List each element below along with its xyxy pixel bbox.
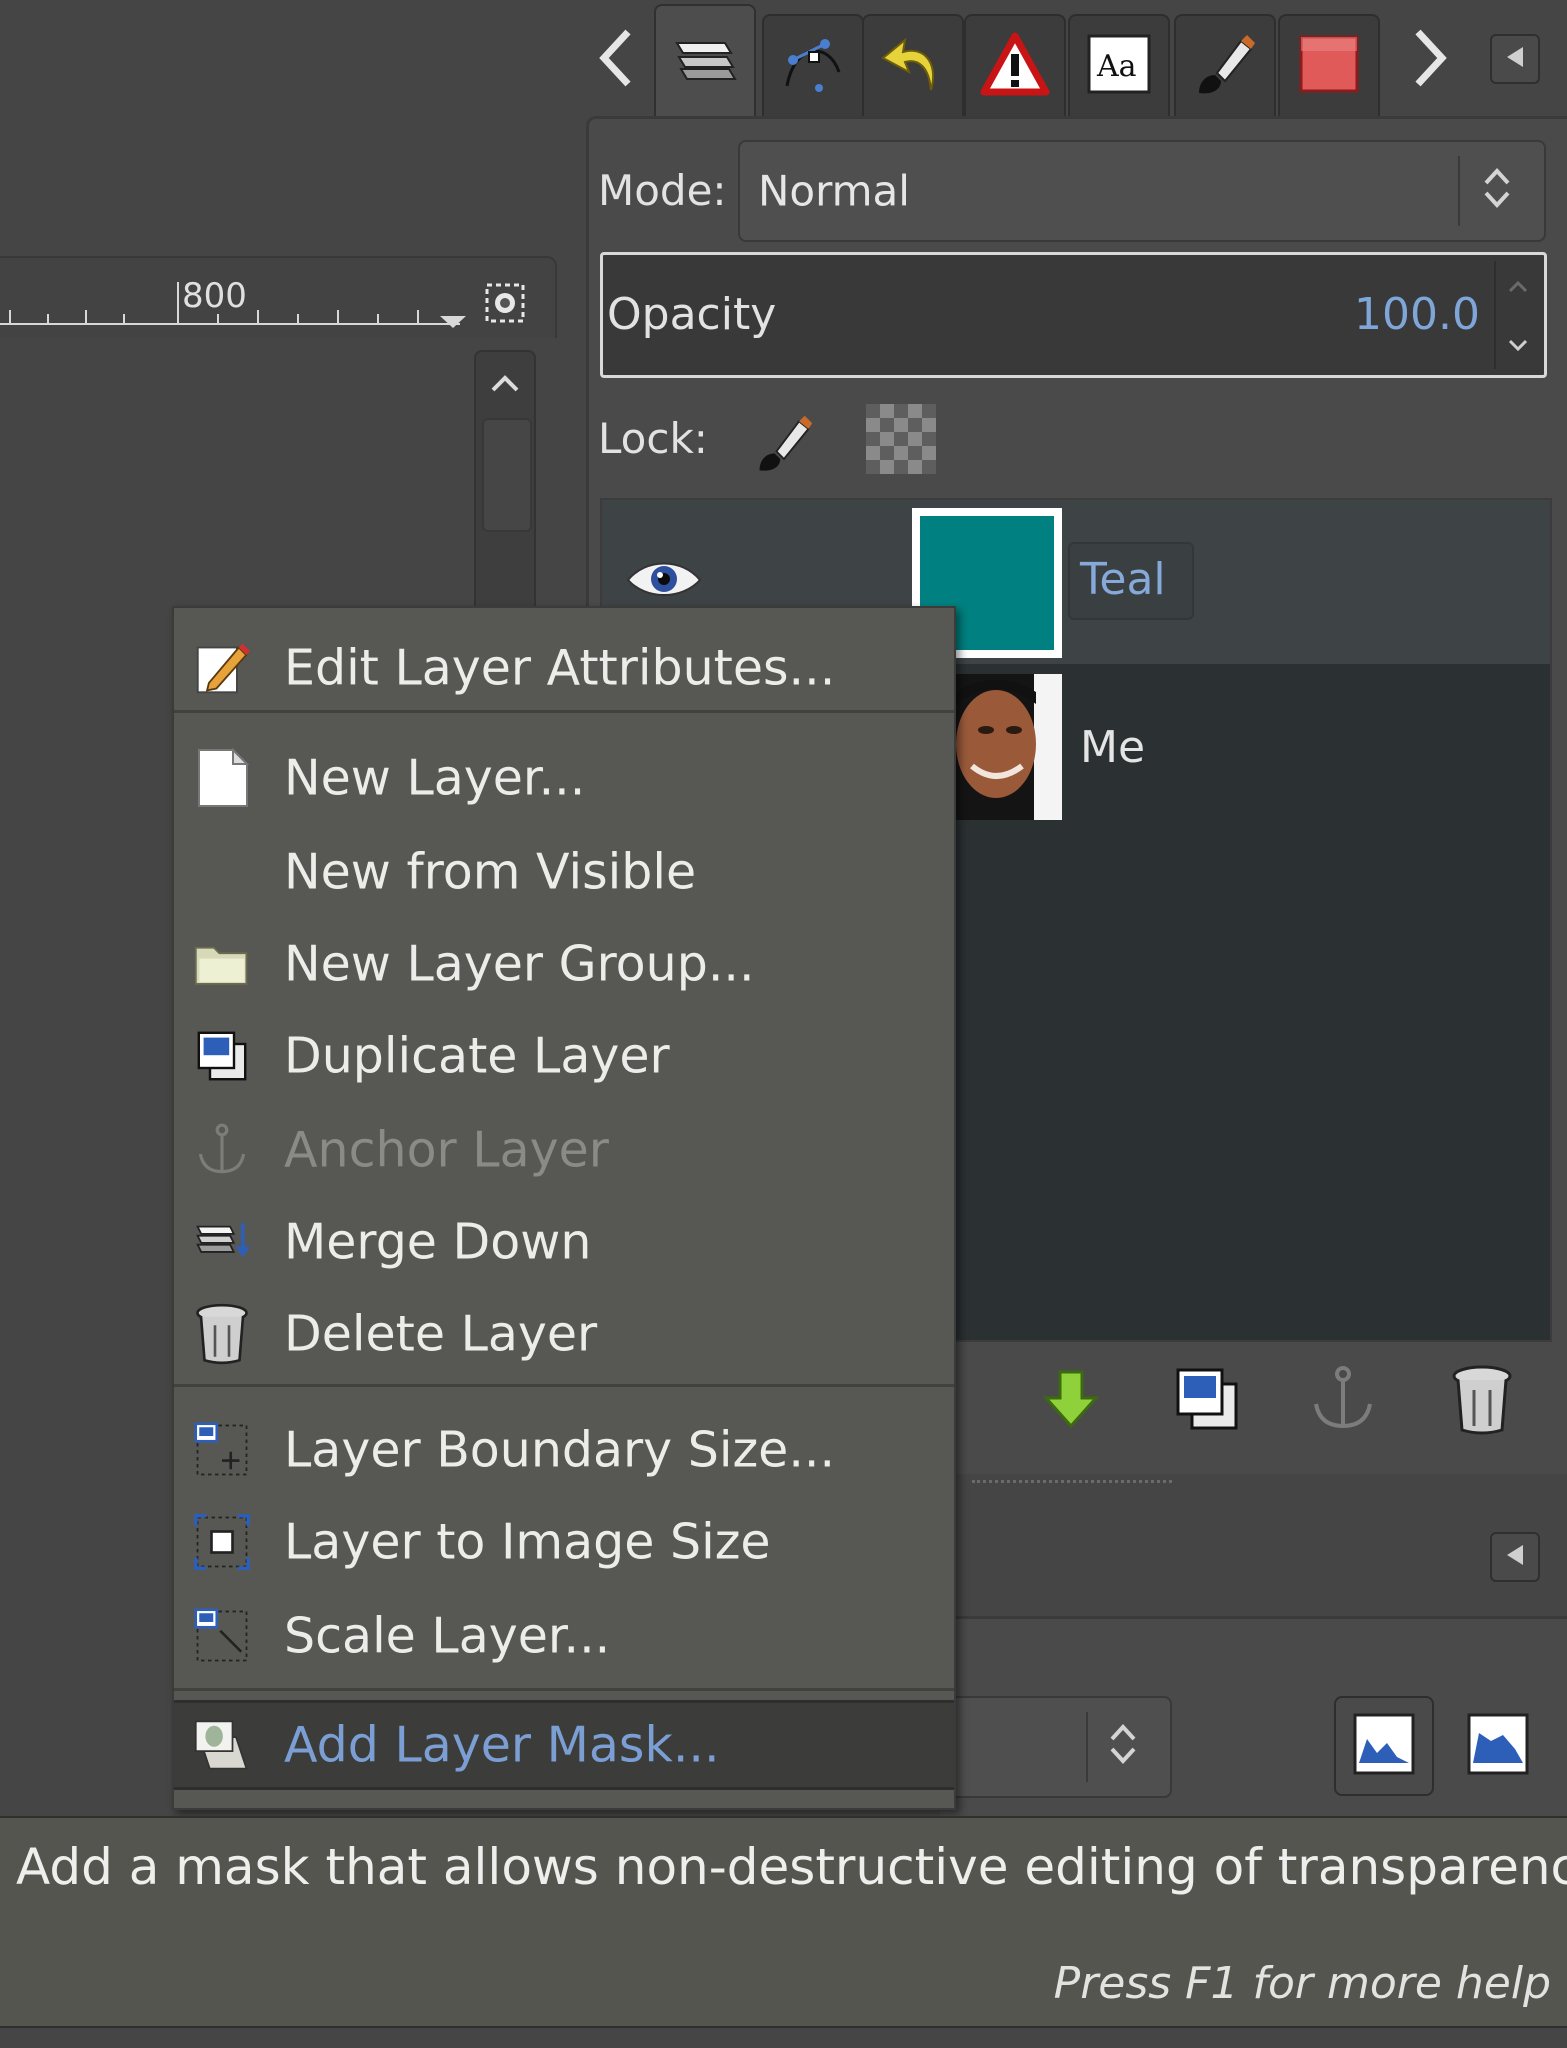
menu-item-label: New from Visible — [284, 843, 697, 901]
mode-combo[interactable]: Normal — [738, 140, 1546, 242]
tab-paths[interactable] — [762, 14, 864, 116]
layer-mask-icon — [194, 1717, 250, 1773]
scrollbar-thumb[interactable] — [482, 418, 532, 532]
menu-item-label: Layer to Image Size — [284, 1513, 771, 1571]
new-document-icon — [194, 748, 250, 807]
menu-item-layer-boundary-size[interactable]: Layer Boundary Size... — [174, 1408, 954, 1492]
dock-menu-button[interactable] — [1490, 34, 1540, 84]
tab-menu-icon — [1503, 44, 1527, 74]
edit-pencil-icon — [194, 640, 250, 696]
paths-icon — [779, 32, 847, 100]
menu-item-edit-layer-attributes[interactable]: Edit Layer Attributes... — [174, 626, 954, 710]
menu-item-label: Duplicate Layer — [284, 1027, 670, 1085]
undo-history-icon — [879, 32, 947, 100]
menu-item-label: Anchor Layer — [284, 1121, 609, 1179]
menu-item-delete-layer[interactable]: Delete Layer — [174, 1292, 954, 1376]
menu-item-anchor-layer: Anchor Layer — [174, 1108, 954, 1192]
menu-separator — [174, 1688, 954, 1691]
lock-label: Lock: — [598, 414, 708, 463]
tab-scroll-right-icon[interactable] — [1404, 18, 1456, 98]
opacity-label: Opacity — [607, 289, 777, 340]
layer-thumbnail-me[interactable] — [950, 674, 1062, 820]
menu-item-label: Layer Boundary Size... — [284, 1421, 836, 1479]
menu-item-label: Add Layer Mask... — [284, 1716, 720, 1774]
brushes-icon — [1191, 31, 1259, 101]
tab-layers[interactable] — [654, 4, 756, 118]
layer-name-teal: Teal — [1080, 554, 1166, 605]
linear-histogram-icon — [1353, 1713, 1415, 1779]
mode-label: Mode: — [598, 166, 727, 215]
anchor-icon[interactable] — [1308, 1364, 1378, 1434]
duplicate-layer-icon — [194, 1028, 250, 1084]
layers-context-menu: Edit Layer Attributes... New Layer... Ne… — [172, 606, 956, 1810]
menu-item-new-layer[interactable]: New Layer... — [174, 736, 954, 820]
menu-separator — [174, 710, 954, 713]
scale-layer-icon — [194, 1608, 250, 1664]
merge-down-icon — [194, 1214, 250, 1270]
lower-layer-icon[interactable] — [1040, 1368, 1102, 1430]
spinner-updown-icon — [1480, 161, 1514, 221]
logarithmic-histogram-icon — [1467, 1713, 1529, 1779]
menu-separator — [174, 1384, 954, 1387]
scroll-up-icon[interactable] — [482, 358, 528, 408]
delete-layer-icon[interactable] — [1450, 1364, 1514, 1436]
opacity-value: 100.0 — [1354, 289, 1480, 340]
menu-item-merge-down[interactable]: Merge Down — [174, 1200, 954, 1284]
vertical-scrollbar[interactable] — [474, 350, 536, 614]
tab-menu-icon — [1503, 1542, 1527, 1572]
trash-icon — [194, 1303, 250, 1365]
tab-brushes[interactable] — [1174, 14, 1276, 116]
menu-item-layer-to-image-size[interactable]: Layer to Image Size — [174, 1500, 954, 1584]
menu-item-label: Merge Down — [284, 1213, 592, 1271]
patterns-icon — [1297, 33, 1361, 99]
folder-icon — [194, 936, 250, 992]
lower-dock-menu-button[interactable] — [1490, 1532, 1540, 1582]
ruler-tick-label: 800 — [182, 276, 247, 316]
error-console-icon — [980, 32, 1050, 100]
menu-item-scale-layer[interactable]: Scale Layer... — [174, 1594, 954, 1678]
layer-name-field[interactable]: Teal — [1068, 542, 1194, 620]
layer-boundary-size-icon — [194, 1422, 250, 1478]
anchor-icon — [194, 1122, 250, 1178]
tab-error-console[interactable] — [964, 14, 1066, 116]
horizontal-ruler: 800 — [0, 256, 557, 338]
svg-text:Aa: Aa — [1096, 49, 1137, 84]
menu-item-add-layer-mask[interactable]: Add Layer Mask... — [174, 1700, 954, 1790]
menu-item-label: New Layer Group... — [284, 935, 755, 993]
histogram-log-button[interactable] — [1448, 1696, 1548, 1796]
tab-patterns[interactable] — [1278, 14, 1380, 116]
menu-item-label: New Layer... — [284, 749, 586, 807]
menu-item-label: Delete Layer — [284, 1305, 598, 1363]
tooltip: Add a mask that allows non-destructive e… — [0, 1816, 1567, 2028]
layer-to-image-size-icon — [194, 1514, 250, 1570]
menu-item-label: Edit Layer Attributes... — [284, 639, 836, 697]
histogram-linear-button[interactable] — [1334, 1696, 1434, 1796]
menu-item-new-from-visible[interactable]: New from Visible — [174, 830, 954, 914]
duplicate-layer-icon[interactable] — [1172, 1364, 1242, 1434]
lock-pixels-icon[interactable] — [752, 410, 816, 476]
tab-scroll-left-icon[interactable] — [590, 18, 642, 98]
tab-undo-history[interactable] — [862, 14, 964, 116]
menu-item-label: Scale Layer... — [284, 1607, 611, 1665]
lock-alpha-icon[interactable] — [866, 404, 936, 474]
resize-grip[interactable] — [972, 1480, 1172, 1493]
layer-name-me: Me — [1080, 722, 1146, 773]
opacity-spinner[interactable] — [1494, 261, 1540, 369]
spinner-updown-icon — [1106, 1717, 1140, 1777]
visibility-eye-icon[interactable] — [624, 554, 704, 604]
menu-item-duplicate-layer[interactable]: Duplicate Layer — [174, 1014, 954, 1098]
navigate-icon[interactable] — [484, 282, 526, 324]
opacity-slider[interactable]: Opacity 100.0 — [600, 252, 1547, 378]
tooltip-help-hint: Press F1 for more help — [1053, 1958, 1551, 2009]
tooltip-text: Add a mask that allows non-destructive e… — [16, 1838, 1567, 1896]
layers-icon — [671, 29, 739, 95]
ruler-ticks — [0, 282, 466, 328]
tab-fonts[interactable]: Aa — [1068, 14, 1170, 116]
menu-item-new-layer-group[interactable]: New Layer Group... — [174, 922, 954, 1006]
fonts-icon: Aa — [1085, 32, 1153, 100]
mode-value: Normal — [758, 166, 910, 216]
